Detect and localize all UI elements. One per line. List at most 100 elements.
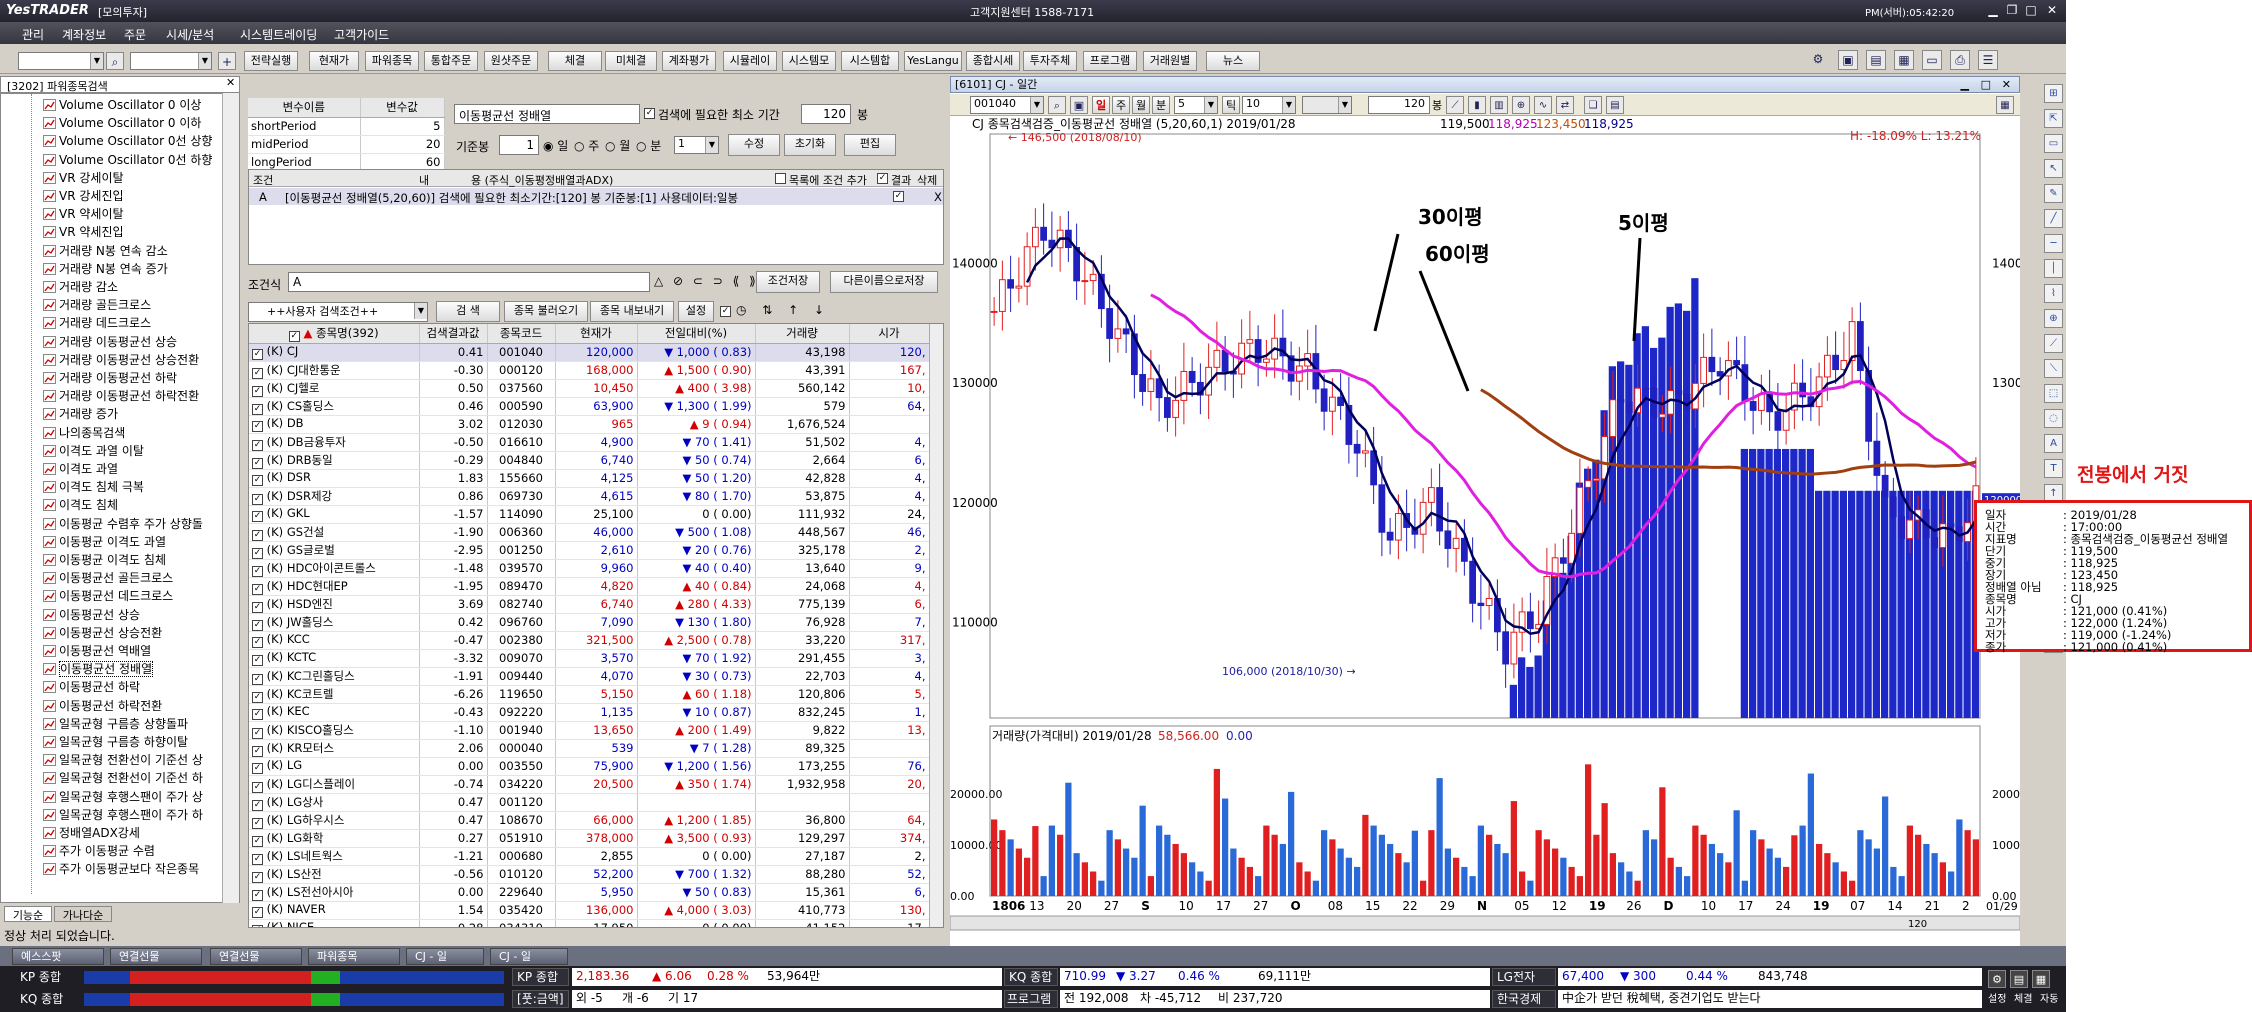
col-open[interactable]: 시가: [849, 324, 930, 344]
result-row[interactable]: ✓ (K) KCTC -3.32 009070 3,570 ▼ 70 ( 1.92) 29…: [249, 649, 930, 668]
tree-item[interactable]: 거래량 데드크로스: [43, 314, 151, 332]
news-ticker[interactable]: 中企가 받던 稅혜택, 중견기업도 받는다: [1558, 990, 1982, 1008]
param-row[interactable]: shortPeriod 5: [248, 117, 445, 136]
stock-combo[interactable]: ▼: [130, 52, 212, 70]
toolbar-button-investor[interactable]: 투자주체: [1023, 51, 1077, 71]
bar-icon[interactable]: ▥: [1490, 96, 1508, 114]
condition-row[interactable]: A [이동평균선 정배열(5,20,60)] 검색에 필요한 최소기간:[120…: [249, 188, 943, 205]
drawing-tool-icon[interactable]: ⊕: [2044, 309, 2063, 328]
result-row[interactable]: ✓ (K) DSR제강 0.86 069730 4,615 ▼ 80 ( 1.70) 53…: [249, 487, 930, 506]
toolbar-button-oneshot[interactable]: 원샷주문: [484, 51, 538, 71]
result-row[interactable]: ✓ (K) KEC -0.43 092220 1,135 ▼ 10 ( 0.87) 832…: [249, 703, 930, 722]
tree-item[interactable]: 거래량 골든크로스: [43, 296, 151, 314]
save-as-button[interactable]: 다른이름으로저장: [830, 271, 938, 293]
toolbar-button-broker[interactable]: 거래원별: [1143, 51, 1197, 71]
period-day-button[interactable]: 일: [1092, 96, 1110, 114]
candle-icon[interactable]: ▮: [1468, 96, 1486, 114]
col-change[interactable]: 전일대비(%): [637, 324, 756, 344]
tree-item[interactable]: 이동평균선 골든크로스: [43, 569, 173, 587]
tick-combo[interactable]: 10 ▼: [1242, 96, 1296, 114]
tree-item[interactable]: 일목균형 전환선이 기준선 상: [43, 751, 203, 769]
tree-item[interactable]: 이동평균선 상승: [43, 606, 140, 624]
period-radio-week[interactable]: ○ 주: [574, 137, 599, 154]
result-row[interactable]: ✓ (K) KCC -0.47 002380 321,500 ▲ 2,500 ( 0.7…: [249, 631, 930, 650]
drawing-tool-icon[interactable]: ⌇: [2044, 284, 2063, 303]
tree-item[interactable]: Volume Oscillator 0선 상향: [43, 132, 212, 150]
tree-item[interactable]: 거래량 이동평균선 상승: [43, 333, 177, 351]
tree-item[interactable]: 일목균형 후행스팬이 주가 상: [43, 788, 203, 806]
min-period-input[interactable]: 120: [801, 104, 851, 124]
result-row[interactable]: ✓ (K) CJ 0.41 001040 120,000 ▼ 1,000 ( 0.83)…: [249, 343, 930, 362]
toolbar-button-market[interactable]: 종합시세: [966, 51, 1020, 71]
result-row[interactable]: ✓ (K) DB금융투자 -0.50 016610 4,900 ▼ 70 ( 1.41)…: [249, 433, 930, 452]
reset-button[interactable]: 초기화: [784, 134, 836, 156]
tree-item[interactable]: VR 강세이탈: [43, 169, 124, 187]
compare-icon[interactable]: ⇄: [1556, 96, 1574, 114]
result-row[interactable]: ✓ (K) HSD엔진 3.69 082740 6,740 ▲ 280 ( 4.33) 7…: [249, 595, 930, 614]
tree-item[interactable]: 거래량 이동평균선 하락전환: [43, 387, 199, 405]
expr-input[interactable]: A: [288, 272, 650, 292]
result-row[interactable]: ✓ (K) LS전선아시아 0.00 229640 5,950 ▼ 50 ( 0.83)…: [249, 883, 930, 902]
tree-item[interactable]: 거래량 N봉 연속 감소: [43, 242, 168, 260]
tree-item[interactable]: 이격도 침체 극복: [43, 478, 144, 496]
toolbar-button-power[interactable]: 파워종목: [365, 51, 419, 71]
tree-item[interactable]: 이격도 과열 이탈: [43, 442, 144, 460]
param-row[interactable]: midPeriod 20: [248, 135, 445, 154]
line-chart-icon[interactable]: ⟋: [1446, 96, 1464, 114]
tree-item[interactable]: 이동평균선 상승전환: [43, 624, 162, 642]
window-tab[interactable]: 예스스팟: [12, 948, 104, 965]
result-tool-icons[interactable]: ◷ ⇅ ↑ ↓: [736, 303, 830, 317]
edit-button[interactable]: 수정: [728, 134, 780, 156]
editor-button[interactable]: 편집: [844, 134, 896, 156]
window-tab[interactable]: 연결선물: [110, 948, 202, 965]
tree-item[interactable]: 이동평균 이격도 과열: [43, 533, 166, 551]
tree-item[interactable]: 일목균형 구름층 하향이탈: [43, 733, 188, 751]
expr-operators[interactable]: △ ⊘ ⊂ ⊃ ⟪ ⟫: [654, 274, 759, 288]
tree-item[interactable]: 주가 이동평균보다 작은종목: [43, 860, 199, 878]
result-row[interactable]: ✓ (K) NAVER 1.54 035420 136,000 ▲ 4,000 ( 3.…: [249, 901, 930, 920]
drawing-tool-icon[interactable]: ↖: [2044, 159, 2063, 178]
tree-item[interactable]: 주가 이동평균 수렴: [43, 842, 155, 860]
result-row[interactable]: ✓ (K) CS홀딩스 0.46 000590 63,900 ▼ 1,300 ( 1.9…: [249, 397, 930, 416]
tree-item[interactable]: Volume Oscillator 0 이상: [43, 96, 201, 114]
chart-min-icon[interactable]: ▁: [1961, 77, 1969, 92]
tree-item[interactable]: 이동평균선 하락전환: [43, 697, 162, 715]
save-condition-button[interactable]: 조건저장: [756, 271, 820, 293]
close-icon[interactable]: ✕: [2044, 3, 2060, 18]
auto-checkbox[interactable]: ✓: [720, 306, 731, 317]
col-price[interactable]: 현재가: [555, 324, 638, 344]
account-combo[interactable]: ▼: [18, 52, 104, 70]
toolbar-button-news[interactable]: 뉴스: [1206, 51, 1260, 71]
result-row[interactable]: ✓ (K) LG화학 0.27 051910 378,000 ▲ 3,500 ( 0.9…: [249, 829, 930, 848]
result-row[interactable]: ✓ (K) LS산전 -0.56 010120 52,200 ▼ 700 ( 1.32)…: [249, 865, 930, 884]
minute-combo[interactable]: 5 ▼: [1174, 96, 1218, 114]
result-row[interactable]: ✓ (K) CJ대한통운 -0.30 000120 168,000 ▲ 1,500 ( …: [249, 361, 930, 380]
result-row[interactable]: ✓ (K) DRB동일 -0.29 004840 6,740 ▼ 50 ( 0.74) 2…: [249, 451, 930, 470]
add-icon[interactable]: +: [218, 52, 236, 70]
tree-item[interactable]: VR 약세이탈: [43, 205, 124, 223]
ticker-auto-icon[interactable]: ▦: [2032, 970, 2050, 988]
toolbar-button-balance[interactable]: 계좌평가: [662, 51, 716, 71]
tree-item[interactable]: 이동평균선 정배열: [43, 660, 154, 678]
restore-icon[interactable]: ❐: [2004, 3, 2020, 18]
maximize-icon[interactable]: □: [2023, 3, 2039, 18]
toolbar-button-order[interactable]: 통합주문: [424, 51, 478, 71]
period-radio-month[interactable]: ○ 월: [605, 137, 630, 154]
condition-name-field[interactable]: 이동평균선 정배열: [454, 104, 640, 124]
result-row[interactable]: ✓ (K) LG디스플레이 -0.74 034220 20,500 ▲ 350 ( 1.…: [249, 775, 930, 794]
min-period-checkbox[interactable]: ✓: [644, 108, 655, 119]
tick-button[interactable]: 틱: [1222, 96, 1240, 114]
load-stocks-button[interactable]: 종목 불러오기: [504, 301, 588, 322]
toolbar-button-unfilled[interactable]: 미체결: [605, 51, 657, 71]
close-tab-icon[interactable]: ✕: [226, 76, 235, 89]
tree-item[interactable]: 이동평균선 하락: [43, 678, 140, 696]
ticker-settings-label[interactable]: 설정: [1988, 990, 2006, 1009]
chart-lock-icon[interactable]: ▣: [1070, 96, 1088, 114]
drawing-tool-icon[interactable]: │: [2044, 259, 2063, 278]
user-condition-select[interactable]: ++사용자 검색조건++ ▼: [248, 302, 428, 322]
copy-icon[interactable]: ❏: [1584, 96, 1602, 114]
search-icon[interactable]: ⌕: [106, 52, 124, 70]
toolbar-button-price[interactable]: 현재가: [309, 51, 359, 71]
list-icon[interactable]: ☰: [1978, 50, 1998, 70]
drawing-tool-icon[interactable]: ◌: [2044, 409, 2063, 428]
